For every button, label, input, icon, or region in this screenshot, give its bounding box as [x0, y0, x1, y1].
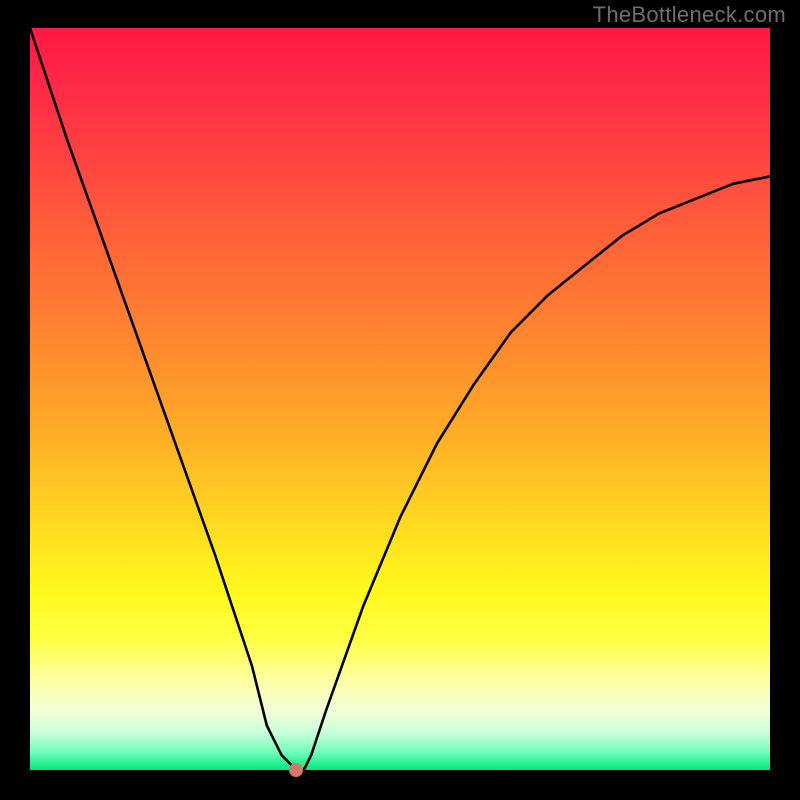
minimum-marker	[289, 763, 303, 777]
bottleneck-curve	[30, 28, 770, 770]
curve-path	[30, 28, 770, 770]
chart-frame: TheBottleneck.com	[0, 0, 800, 800]
plot-area	[30, 28, 770, 770]
watermark-text: TheBottleneck.com	[593, 2, 786, 28]
